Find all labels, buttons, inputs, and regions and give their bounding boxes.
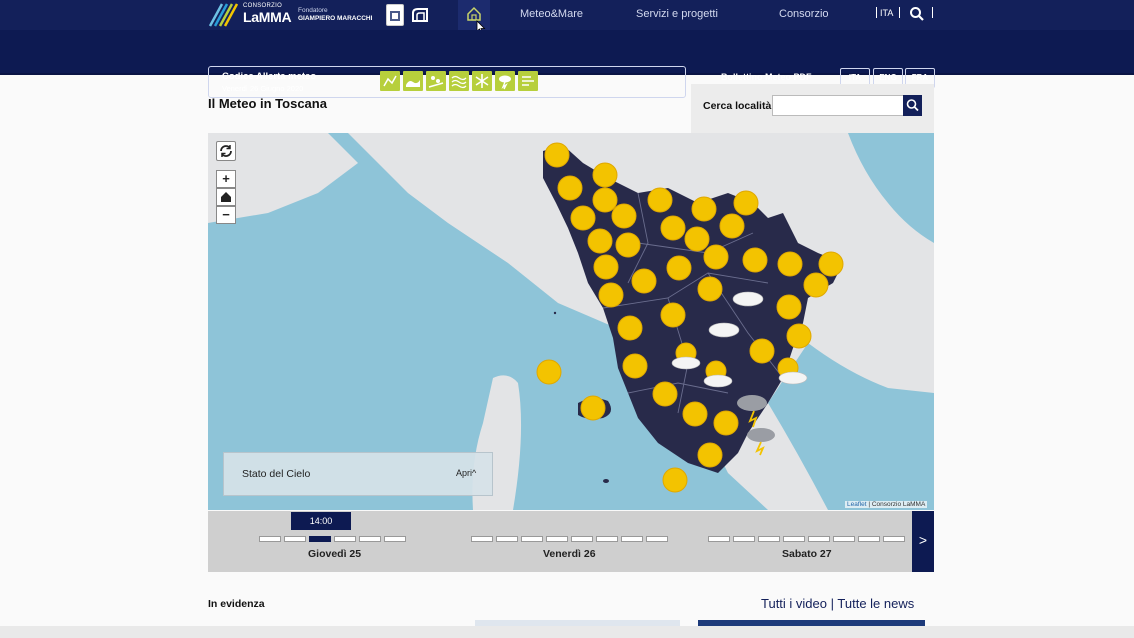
regione-toscana-badge-icon[interactable] bbox=[386, 4, 404, 26]
founder-name: GIAMPIERO MARACCHI bbox=[298, 15, 373, 22]
timeline-slot-active[interactable] bbox=[309, 536, 331, 542]
hydraulic-risk-icon[interactable] bbox=[403, 71, 423, 91]
timeline-slot[interactable] bbox=[471, 536, 493, 542]
allerta-meteo-box[interactable]: Codice Allerta meteo Venerdì 26 Giugno 2… bbox=[208, 66, 686, 98]
search-box: Cerca località bbox=[691, 84, 934, 133]
timeline-slot[interactable] bbox=[546, 536, 568, 542]
timeline-slot[interactable] bbox=[334, 536, 356, 542]
all-videos-link[interactable]: Tutti i video bbox=[761, 596, 827, 611]
nav-separator bbox=[899, 7, 900, 18]
search-button[interactable] bbox=[903, 95, 922, 116]
search-label: Cerca località bbox=[703, 100, 772, 112]
day-label-venerdi[interactable]: Venerdì 26 bbox=[543, 548, 596, 560]
timeline-slot[interactable] bbox=[284, 536, 306, 542]
map-home-button[interactable] bbox=[216, 188, 236, 206]
timeline-slot[interactable] bbox=[808, 536, 830, 542]
in-evidenza-heading: In evidenza bbox=[208, 598, 265, 610]
zoom-out-button[interactable]: − bbox=[216, 206, 236, 224]
timeline-slot[interactable] bbox=[883, 536, 905, 542]
timeline-slot[interactable] bbox=[596, 536, 618, 542]
snow-ice-icon[interactable] bbox=[472, 71, 492, 91]
attribution-credit: | Consorzio LaMMA bbox=[868, 501, 926, 508]
founder-label: Fondatore bbox=[298, 7, 328, 14]
stato-del-cielo-label: Stato del Cielo bbox=[242, 468, 311, 480]
timeline-slot[interactable] bbox=[384, 536, 406, 542]
zoom-in-button[interactable]: + bbox=[216, 170, 236, 188]
wind-icon[interactable] bbox=[518, 71, 538, 91]
timeline-slot[interactable] bbox=[708, 536, 730, 542]
nav-consorzio[interactable]: Consorzio bbox=[779, 8, 829, 20]
leaflet-link[interactable]: Leaflet bbox=[847, 501, 867, 508]
timeline-slot[interactable] bbox=[496, 536, 518, 542]
news-links: Tutti i video | Tutte le news bbox=[761, 596, 914, 611]
timeline-next-button[interactable]: > bbox=[912, 511, 934, 572]
nav-separator bbox=[876, 7, 877, 18]
page-title: Il Meteo in Toscana bbox=[208, 96, 327, 111]
landslide-icon[interactable] bbox=[426, 71, 446, 91]
nav-separator bbox=[932, 7, 933, 18]
cnr-badge-icon[interactable] bbox=[410, 6, 430, 24]
day-label-giovedi[interactable]: Giovedì 25 bbox=[308, 548, 361, 560]
map-refresh-button[interactable] bbox=[216, 141, 236, 161]
logo-founder: Fondatore GIAMPIERO MARACCHI bbox=[298, 7, 372, 23]
timeline-slot[interactable] bbox=[359, 536, 381, 542]
thunderstorm-icon[interactable] bbox=[495, 71, 515, 91]
allerta-title: Codice Allerta meteo bbox=[222, 71, 317, 82]
top-navigation-bar: CONSORZIO LaMMA Fondatore GIAMPIERO MARA… bbox=[0, 0, 1134, 34]
timeline-slot[interactable] bbox=[259, 536, 281, 542]
bollettino-pdf-link[interactable]: Bollettino Meteo PDF bbox=[721, 72, 812, 82]
page-bottom-strip bbox=[0, 626, 1134, 638]
time-indicator: 14:00 bbox=[291, 512, 351, 530]
timeline-slot[interactable] bbox=[621, 536, 643, 542]
logo-lamma-text[interactable]: LaMMA bbox=[243, 9, 292, 25]
timeline-slot[interactable] bbox=[571, 536, 593, 542]
language-current[interactable]: ITA bbox=[880, 8, 893, 18]
timeline-slot[interactable] bbox=[758, 536, 780, 542]
timeline-slot[interactable] bbox=[833, 536, 855, 542]
all-news-link[interactable]: Tutte le news bbox=[837, 596, 914, 611]
search-icon[interactable] bbox=[909, 6, 925, 22]
nav-servizi-progetti[interactable]: Servizi e progetti bbox=[636, 8, 718, 20]
storm-surge-icon[interactable] bbox=[449, 71, 469, 91]
nav-meteo-mare[interactable]: Meteo&Mare bbox=[520, 8, 583, 20]
map-attribution: Leaflet | Consorzio LaMMA bbox=[845, 501, 928, 508]
refresh-icon bbox=[220, 145, 232, 157]
lamma-logo-icon[interactable] bbox=[208, 2, 238, 28]
alert-bar: Codice Allerta meteo Venerdì 26 Giugno 2… bbox=[0, 30, 1134, 98]
panel-toggle-button[interactable]: Apri^ bbox=[456, 468, 476, 478]
day-label-sabato[interactable]: Sabato 27 bbox=[782, 548, 832, 560]
timeline-slot[interactable] bbox=[646, 536, 668, 542]
link-separator: | bbox=[830, 596, 835, 611]
timeline-slot[interactable] bbox=[733, 536, 755, 542]
timeline-slot[interactable] bbox=[521, 536, 543, 542]
timeline-slot[interactable] bbox=[858, 536, 880, 542]
timeline-slot[interactable] bbox=[783, 536, 805, 542]
stato-del-cielo-panel[interactable]: Stato del Cielo Apri^ bbox=[223, 452, 493, 496]
hydro-risk-icon[interactable] bbox=[380, 71, 400, 91]
search-icon bbox=[906, 99, 919, 112]
search-input[interactable] bbox=[772, 95, 904, 116]
home-icon bbox=[221, 192, 231, 202]
allerta-date: Venerdì 26 Giugno 2020 bbox=[222, 84, 304, 93]
